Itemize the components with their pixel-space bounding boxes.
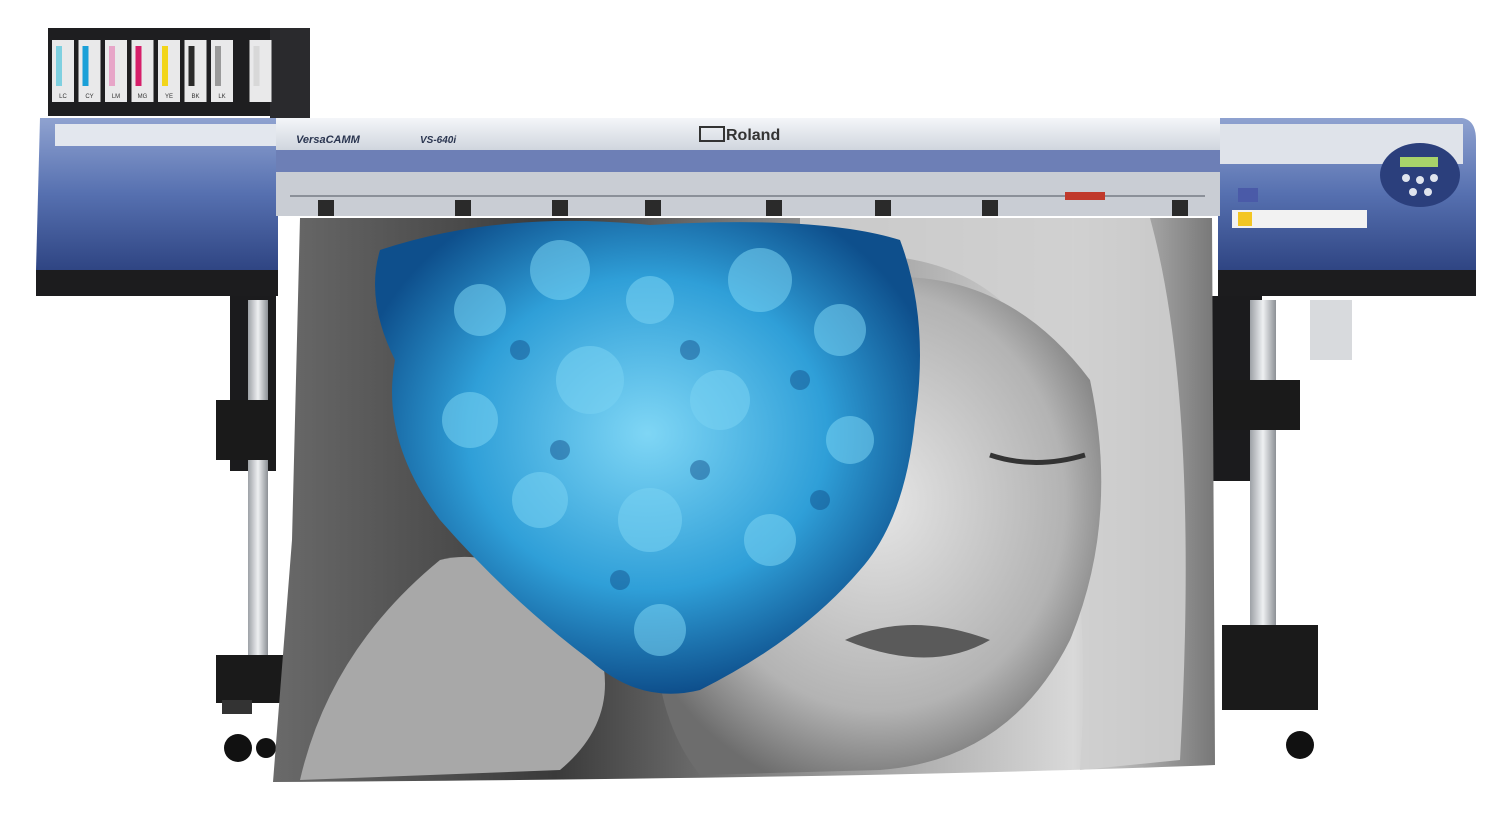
- brand-name: Roland: [726, 127, 780, 144]
- printed-media: [273, 218, 1215, 782]
- ink-cartridge-label: BK: [191, 94, 199, 100]
- ink-cartridge[interactable]: YE: [158, 40, 180, 102]
- ink-cartridge-label: YE: [165, 94, 173, 100]
- ink-cartridge-label: LM: [112, 94, 120, 100]
- printer-photo: LC CY LM MG YE BK LK Roland VersaCAMM VS…: [36, 28, 1476, 782]
- ink-cartridge[interactable]: [249, 40, 272, 102]
- ink-cartridge[interactable]: CY: [78, 40, 101, 102]
- warning-label: [1232, 210, 1367, 228]
- ink-cartridge-label: MG: [138, 94, 148, 100]
- ink-cartridge-label: LK: [218, 94, 225, 100]
- ink-cartridge[interactable]: LK: [211, 40, 233, 102]
- ink-cartridge[interactable]: BK: [184, 40, 207, 102]
- ink-cartridge[interactable]: LC: [52, 40, 74, 102]
- waste-ink-bottle: [1310, 300, 1352, 360]
- right-stand: [1210, 296, 1352, 759]
- control-panel[interactable]: [1380, 143, 1460, 207]
- series-name: VersaCAMM: [296, 134, 361, 146]
- lcd-display: [1400, 157, 1438, 167]
- model-name: VS-640i: [420, 135, 456, 146]
- ink-cartridge-label: CY: [85, 94, 93, 100]
- ink-cartridge-label: LC: [59, 94, 67, 100]
- ink-cartridge[interactable]: LM: [105, 40, 127, 102]
- ink-cartridge[interactable]: MG: [131, 40, 154, 102]
